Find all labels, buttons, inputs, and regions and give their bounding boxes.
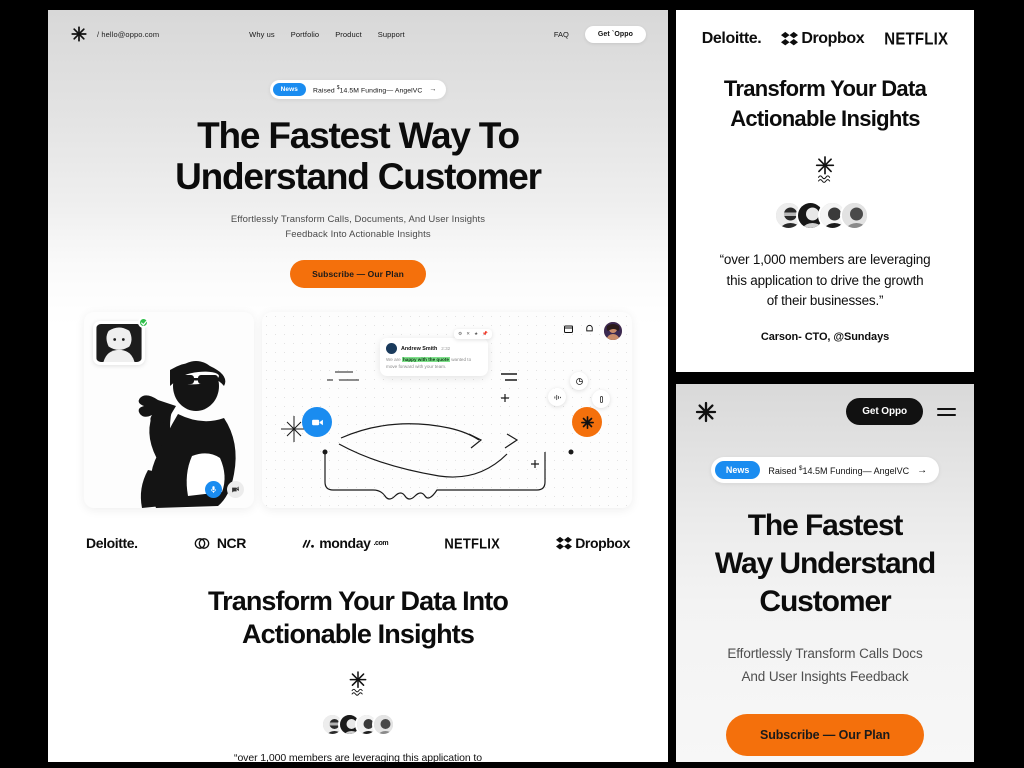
transform-title-line1: Transform Your Data Into xyxy=(208,586,509,617)
transform-title: Transform Your Data Into Actionable Insi… xyxy=(48,585,668,650)
logo-deloitte: Deloitte. xyxy=(701,30,762,47)
testimonial-heading-line1: Transform Your Data xyxy=(723,76,927,101)
desktop-nav-links: Why us Portfolio Product Support xyxy=(249,30,405,39)
desktop-mockup-panel: / hello@oppo.com Why us Portfolio Produc… xyxy=(48,10,668,762)
decorative-asterisk xyxy=(48,670,668,696)
subscribe-button[interactable]: Subscribe — Our Plan xyxy=(726,713,924,756)
desktop-nav-right: FAQ Get `Oppo xyxy=(554,25,646,43)
quote-line3: of their businesses.” xyxy=(766,293,884,309)
microphone-icon[interactable] xyxy=(205,481,222,499)
news-text: Raised $14.5M Funding— AngelVC xyxy=(768,464,910,476)
desktop-hero: The Fastest Way To Understand Customer E… xyxy=(48,115,668,289)
mobile-mockup-panel: Get Oppo News Raised $14.5M Funding— Ang… xyxy=(676,384,974,762)
nav-link-portfolio[interactable]: Portfolio xyxy=(291,30,319,39)
logo-ncr: NCR xyxy=(194,535,246,551)
video-call-card[interactable] xyxy=(84,312,254,509)
transform-section: Transform Your Data Into Actionable Insi… xyxy=(48,585,668,762)
testimonial-panel: Deloitte. Dropbox NETFLIX Transform Your… xyxy=(676,10,974,372)
hero-subtitle-line1: Effortlessly Transform Calls, Documents,… xyxy=(230,213,486,225)
logo-monday: monday .com xyxy=(302,535,389,551)
arrow-right-icon: → xyxy=(429,86,437,93)
mobile-cta-row: Subscribe — Our Plan xyxy=(688,713,962,756)
burger-line xyxy=(937,407,956,410)
get-oppo-button[interactable]: Get Oppo xyxy=(846,398,923,425)
online-status-icon xyxy=(138,317,149,329)
dropbox-mark-icon xyxy=(556,536,573,550)
ncr-mark-icon xyxy=(194,537,210,549)
brand-email: / hello@oppo.com xyxy=(97,29,160,39)
desktop-navbar: / hello@oppo.com Why us Portfolio Produc… xyxy=(48,10,668,58)
screenshot-stage: / hello@oppo.com Why us Portfolio Produc… xyxy=(0,0,1024,768)
logo-dropbox: Dropbox xyxy=(556,535,630,551)
mobile-news-row: News Raised $14.5M Funding— AngelVC → xyxy=(676,457,974,483)
mobile-navbar: Get Oppo xyxy=(676,384,974,425)
testimonial-attribution: Carson- CTO, @Sundays xyxy=(760,330,890,343)
mobile-hero-subtitle: Effortlessly Transform Calls Docs And Us… xyxy=(688,643,962,688)
news-announcement-pill[interactable]: News Raised $14.5M Funding— AngelVC → xyxy=(710,457,940,483)
workflow-diagram-card[interactable]: ⚙ ✕ ★ 📌 Andrew Smith 2:32 We are happy w… xyxy=(262,312,632,509)
monday-mark-icon xyxy=(302,539,315,548)
testimonial-heading: Transform Your Data Actionable Insights xyxy=(676,74,974,133)
nav-link-faq[interactable]: FAQ xyxy=(554,30,569,39)
chart-pie-icon[interactable] xyxy=(570,372,588,391)
call-controls xyxy=(205,481,244,499)
hero-title: The Fastest Way To Understand Customer xyxy=(48,115,668,198)
nav-link-product[interactable]: Product xyxy=(335,30,362,39)
mobile-hero-line3: Customer xyxy=(759,585,891,619)
mobile-hero-line2: Way Understand xyxy=(714,547,936,581)
asterisk-logo-icon[interactable] xyxy=(694,400,718,424)
dropbox-mark-icon xyxy=(781,31,799,46)
avatar xyxy=(372,713,395,737)
get-oppo-button[interactable]: Get `Oppo xyxy=(584,25,646,43)
news-badge: News xyxy=(272,83,307,96)
subscribe-button[interactable]: Subscribe — Our Plan xyxy=(290,260,426,289)
quote-line1: “over 1,000 members are leveraging this … xyxy=(234,752,482,762)
news-announcement-pill[interactable]: News Raised $14.5M Funding— AngelVC → xyxy=(269,80,447,99)
node-action-buttons xyxy=(548,372,610,414)
news-badge: News xyxy=(714,461,761,479)
hero-title-line1: The Fastest Way To xyxy=(197,115,520,156)
mobile-subtitle-line2: And User Insights Feedback xyxy=(741,668,909,684)
logo-deloitte: Deloitte. xyxy=(86,535,138,552)
logo-netflix: NETFLIX xyxy=(884,29,949,49)
attachment-icon[interactable] xyxy=(592,390,610,409)
quote-line2: this application to drive the growth xyxy=(726,272,924,288)
camera-off-icon[interactable] xyxy=(227,481,244,499)
member-avatars xyxy=(48,713,668,737)
hamburger-menu-icon[interactable] xyxy=(937,407,956,416)
mobile-hero-title: The Fastest Way Understand Customer xyxy=(688,507,962,621)
asterisk-logo-icon[interactable] xyxy=(70,25,88,43)
member-avatars xyxy=(676,201,974,231)
testimonial-heading-line2: Actionable Insights xyxy=(730,105,920,131)
news-text: Raised $14.5M Funding— AngelVC xyxy=(313,84,423,95)
testimonial-logo-row: Deloitte. Dropbox NETFLIX xyxy=(676,10,974,49)
nav-link-why-us[interactable]: Why us xyxy=(249,30,275,39)
participant-thumbnail[interactable] xyxy=(93,317,149,366)
hero-title-line2: Understand Customer xyxy=(175,156,542,198)
hero-subtitle: Effortlessly Transform Calls, Documents,… xyxy=(48,213,668,242)
nav-link-support[interactable]: Support xyxy=(378,30,405,39)
logo-dropbox: Dropbox xyxy=(781,30,865,48)
desktop-news-row: News Raised $14.5M Funding— AngelVC → xyxy=(48,80,668,99)
mobile-hero-line1: The Fastest xyxy=(747,509,904,542)
hero-subtitle-line2: Feedback Into Actionable Insights xyxy=(285,228,431,240)
burger-line xyxy=(937,413,956,416)
testimonial-quote: “over 1,000 members are leveraging this … xyxy=(676,250,974,312)
avatar xyxy=(840,201,869,231)
transform-title-line2: Actionable Insights xyxy=(242,618,475,649)
mobile-subtitle-line1: Effortlessly Transform Calls Docs xyxy=(727,646,923,662)
logo-netflix: NETFLIX xyxy=(444,534,500,552)
participant-avatar xyxy=(96,324,142,363)
hero-cta-row: Subscribe — Our Plan xyxy=(48,260,668,289)
testimonial-quote: “over 1,000 members are leveraging this … xyxy=(48,750,668,762)
mobile-nav-right: Get Oppo xyxy=(846,398,956,425)
decorative-asterisk xyxy=(676,155,974,184)
quote-line1: “over 1,000 members are leveraging xyxy=(719,252,931,268)
arrow-right-icon: → xyxy=(917,464,928,476)
client-logo-row: Deloitte. NCR monday .com NETFLIX Dropbox xyxy=(48,534,668,552)
showcase-cards: ⚙ ✕ ★ 📌 Andrew Smith 2:32 We are happy w… xyxy=(48,312,668,509)
mobile-hero: The Fastest Way Understand Customer Effo… xyxy=(676,507,974,756)
audio-wave-icon[interactable] xyxy=(548,388,566,407)
